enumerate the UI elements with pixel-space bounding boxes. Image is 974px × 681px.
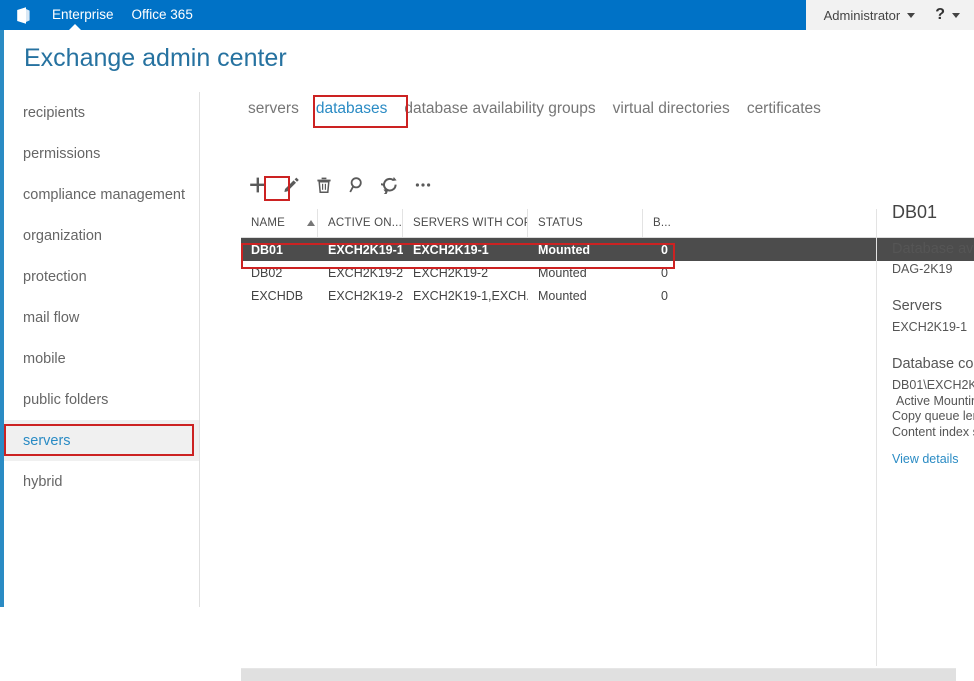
command-toolbar — [245, 172, 443, 198]
sidebar-item-label: recipients — [23, 104, 86, 121]
sidebar-item-recipients[interactable]: recipients — [4, 92, 199, 133]
column-header-label: ACTIVE ON... — [328, 217, 402, 229]
sidebar-item-compliance-management[interactable]: compliance management — [4, 174, 199, 215]
sort-ascending-icon — [307, 220, 316, 226]
suite-bar: Enterprise Office 365 Administrator ? — [0, 0, 974, 30]
horizontal-scrollbar[interactable] — [241, 668, 956, 681]
help-chevron-down-icon[interactable] — [952, 12, 960, 18]
sidebar-item-servers[interactable]: servers — [4, 420, 199, 461]
column-header-bad-count[interactable]: B... — [643, 209, 678, 237]
cell-active-on: EXCH2K19-2 — [328, 288, 403, 303]
details-content-index-state: Content index state: NotApplicable — [892, 424, 974, 439]
list-details-divider — [876, 209, 877, 666]
suite-link-office365[interactable]: Office 365 — [132, 0, 193, 30]
sidebar-item-label: compliance management — [23, 186, 186, 203]
search-icon[interactable] — [344, 172, 370, 198]
sidebar-item-label: protection — [23, 268, 87, 285]
sidebar-item-permissions[interactable]: permissions — [4, 133, 199, 174]
sidebar-item-mail-flow[interactable]: mail flow — [4, 297, 199, 338]
sidebar-item-hybrid[interactable]: hybrid — [4, 461, 199, 502]
sidebar-item-label: public folders — [23, 391, 109, 408]
databases-table: NAME ACTIVE ON... SERVERS WITH COP... ST… — [241, 209, 974, 307]
administrator-chevron-down-icon[interactable] — [907, 12, 916, 18]
sidebar-item-mobile[interactable]: mobile — [4, 338, 199, 379]
column-header-label: B... — [653, 217, 672, 229]
cell-bad-count: 0 — [661, 265, 668, 280]
cell-status: Mounted — [538, 265, 587, 280]
tab-database-availability-groups[interactable]: database availability groups — [404, 100, 595, 118]
details-dag-label: Database availability group: — [892, 241, 974, 257]
tab-certificates[interactable]: certificates — [747, 100, 821, 118]
details-copy-name: DB01\EXCH2K19-1 — [892, 378, 974, 392]
details-dag-value: DAG-2K19 — [892, 262, 953, 276]
cell-servers-with-copies: EXCH2K19-1 — [413, 242, 489, 257]
office-logo-icon[interactable] — [8, 6, 38, 25]
sidebar-item-label: organization — [23, 227, 102, 244]
sidebar-item-label: mail flow — [23, 309, 80, 326]
add-icon[interactable] — [245, 172, 271, 198]
table-row[interactable]: DB02 EXCH2K19-2 EXCH2K19-2 Mounted 0 — [241, 261, 974, 284]
tab-bar: servers databases database availability … — [248, 100, 838, 118]
sidebar-item-label: permissions — [23, 145, 101, 162]
column-header-name[interactable]: NAME — [241, 209, 318, 237]
sidebar-item-label: servers — [23, 432, 71, 449]
cell-name: DB02 — [251, 265, 283, 280]
suite-link-enterprise[interactable]: Enterprise — [52, 0, 114, 30]
horizontal-scrollbar-thumb[interactable] — [241, 669, 956, 681]
column-header-servers-with-copies[interactable]: SERVERS WITH COP... — [403, 209, 528, 237]
table-row[interactable]: DB01 EXCH2K19-1 EXCH2K19-1 Mounted 0 — [241, 238, 974, 261]
details-copy-state: Active Mounting — [896, 393, 974, 408]
tab-databases[interactable]: databases — [316, 100, 388, 117]
column-header-status[interactable]: STATUS — [528, 209, 643, 237]
page-title: Exchange admin center — [24, 44, 287, 72]
column-header-label: SERVERS WITH COP... — [413, 217, 528, 229]
cell-status: Mounted — [538, 288, 587, 303]
suite-bar-right: Administrator ? — [806, 0, 974, 30]
column-header-label: NAME — [251, 217, 286, 229]
sidebar-item-label: mobile — [23, 350, 66, 367]
tab-servers[interactable]: servers — [248, 100, 299, 118]
sidebar-item-public-folders[interactable]: public folders — [4, 379, 199, 420]
content-area: servers databases database availability … — [201, 92, 974, 681]
more-ellipsis-icon[interactable] — [410, 172, 436, 198]
cell-bad-count: 0 — [661, 242, 668, 257]
details-pane: DB01 Database availability group: DAG-2K… — [892, 202, 974, 468]
details-title: DB01 — [892, 202, 938, 222]
table-row[interactable]: EXCHDB EXCH2K19-2 EXCH2K19-1,EXCH... Mou… — [241, 284, 974, 307]
tab-virtual-directories[interactable]: virtual directories — [613, 100, 730, 118]
refresh-icon[interactable] — [377, 172, 403, 198]
cell-servers-with-copies: EXCH2K19-2 — [413, 265, 489, 280]
details-copies-label: Database copies — [892, 356, 974, 372]
cell-bad-count: 0 — [661, 288, 668, 303]
cell-servers-with-copies: EXCH2K19-1,EXCH... — [413, 288, 528, 303]
help-icon[interactable]: ? — [935, 6, 945, 24]
suite-bar-left: Enterprise Office 365 — [0, 0, 806, 30]
sidebar-item-label: hybrid — [23, 473, 63, 490]
active-section-caret-icon — [69, 24, 81, 30]
edit-pencil-icon[interactable] — [278, 172, 304, 198]
cell-name: DB01 — [251, 242, 283, 257]
cell-active-on: EXCH2K19-1 — [328, 242, 403, 257]
administrator-menu[interactable]: Administrator — [824, 8, 901, 23]
cell-active-on: EXCH2K19-2 — [328, 265, 403, 280]
cell-name: EXCHDB — [251, 288, 304, 303]
details-servers-label: Servers — [892, 298, 942, 314]
sidebar-item-organization[interactable]: organization — [4, 215, 199, 256]
details-copy-queue-length: Copy queue length: 0 — [892, 409, 974, 423]
delete-trash-icon[interactable] — [311, 172, 337, 198]
column-header-active-on[interactable]: ACTIVE ON... — [318, 209, 403, 237]
view-details-link[interactable]: View details — [892, 452, 958, 466]
table-header-row: NAME ACTIVE ON... SERVERS WITH COP... ST… — [241, 209, 974, 238]
sidebar-nav: recipients permissions compliance manage… — [4, 92, 200, 607]
details-servers-value: EXCH2K19-1 — [892, 320, 968, 334]
cell-status: Mounted — [538, 242, 591, 257]
table-body: DB01 EXCH2K19-1 EXCH2K19-1 Mounted 0 DB0… — [241, 238, 974, 307]
sidebar-item-protection[interactable]: protection — [4, 256, 199, 297]
column-header-label: STATUS — [538, 217, 583, 229]
